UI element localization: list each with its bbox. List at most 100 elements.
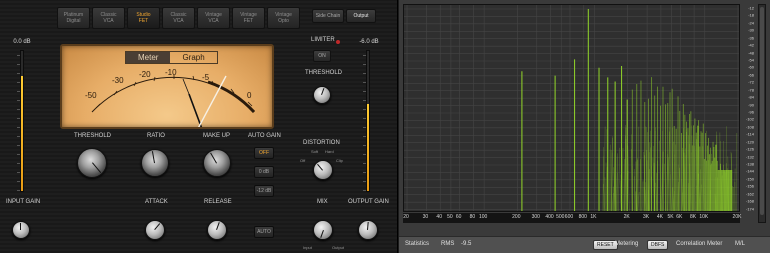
vu-label-minus20: -20 bbox=[139, 70, 151, 79]
level-tick-label: -66 bbox=[748, 72, 754, 78]
mode-vintage-fet[interactable]: Vintage FET bbox=[232, 7, 265, 29]
input-gain-knob[interactable] bbox=[12, 221, 30, 239]
level-axis: -12 -18 -24 -30 -36 -42 -48 -54 -60 -66 -72 -78 -84 -… bbox=[742, 4, 754, 212]
threshold-label: THRESHOLD bbox=[74, 133, 112, 139]
level-tick-label: -24 bbox=[748, 20, 754, 26]
release-knob[interactable] bbox=[207, 220, 227, 240]
side-chain-button[interactable]: Side Chain bbox=[312, 9, 344, 23]
freq-tick-label: 60 bbox=[455, 214, 462, 220]
mode-selector: Platinum Digital Classic VCA Studio FET … bbox=[57, 7, 300, 29]
level-scrollbar-thumb[interactable] bbox=[760, 7, 764, 215]
freq-tick-label: 600 bbox=[564, 214, 574, 220]
attack-label: ATTACK bbox=[145, 199, 168, 205]
freq-tick-label: 100 bbox=[478, 214, 488, 220]
distortion-hard: Hard bbox=[325, 149, 334, 154]
distortion-soft: Soft bbox=[311, 149, 319, 154]
level-tick-label: -78 bbox=[748, 87, 754, 93]
mode-platinum-digital[interactable]: Platinum Digital bbox=[57, 7, 90, 29]
level-tick-label: -72 bbox=[748, 79, 754, 85]
freq-tick-label: 5K bbox=[667, 214, 674, 220]
distortion-knob[interactable] bbox=[313, 160, 333, 180]
auto-gain-minus12-button[interactable]: -12 dB bbox=[254, 185, 274, 197]
vu-label-minus5: -5 bbox=[202, 73, 210, 82]
level-tick-label: -108 bbox=[745, 124, 754, 130]
freq-tick-label: 200 bbox=[512, 214, 521, 220]
level-tick-label: -174 bbox=[745, 206, 754, 212]
level-tick-label: -12 bbox=[748, 5, 754, 11]
level-tick-label: -90 bbox=[748, 102, 754, 108]
level-tick-label: -114 bbox=[746, 131, 754, 137]
level-tick-label: -60 bbox=[748, 64, 754, 70]
freq-tick-label: 50 bbox=[447, 214, 453, 220]
freq-tick-label: 6K bbox=[676, 214, 683, 220]
distortion-label: DISTORTION bbox=[303, 140, 340, 146]
level-tick-label: -156 bbox=[745, 183, 754, 189]
spectrum-plot[interactable] bbox=[403, 4, 740, 212]
limiter-on-button[interactable]: ON bbox=[313, 50, 331, 62]
make-up-label: MAKE UP bbox=[203, 133, 231, 139]
level-tick-label: -126 bbox=[745, 146, 754, 152]
mode-studio-fet[interactable]: Studio FET bbox=[127, 7, 160, 29]
output-button[interactable]: Output bbox=[346, 9, 376, 23]
make-up-knob[interactable] bbox=[203, 149, 231, 177]
reset-button[interactable]: RESET bbox=[593, 240, 618, 250]
ratio-knob[interactable] bbox=[141, 149, 169, 177]
level-tick-label: -84 bbox=[748, 94, 754, 100]
mode-vintage-opto[interactable]: Vintage Opto bbox=[267, 7, 300, 29]
output-level-meter bbox=[363, 50, 370, 192]
vu-label-minus30: -30 bbox=[112, 76, 124, 85]
distortion-clip: Clip bbox=[336, 158, 343, 163]
input-gain-label: INPUT GAIN bbox=[6, 199, 41, 205]
level-tick-label: -102 bbox=[745, 116, 754, 122]
level-tick-label: -120 bbox=[745, 139, 754, 145]
freq-tick-label: 3K bbox=[643, 214, 650, 220]
spectrum-analyzer: 20 30 40 50 60 80 100 200 300 400 500 600 800 1K 2K 3K 4… bbox=[399, 0, 770, 253]
level-scrollbar[interactable] bbox=[758, 4, 766, 223]
limiter-threshold-knob[interactable] bbox=[313, 86, 331, 104]
level-tick-label: -138 bbox=[745, 161, 754, 167]
level-tick-label: -42 bbox=[748, 42, 754, 48]
freq-tick-label: 4K bbox=[656, 214, 663, 220]
level-tick-label: -162 bbox=[745, 191, 754, 197]
metering-dropdown[interactable]: DBFS bbox=[647, 240, 669, 250]
level-tick-label: -168 bbox=[745, 198, 754, 204]
mix-knob[interactable] bbox=[313, 220, 333, 240]
limiter-led bbox=[336, 40, 340, 44]
output-gain-knob[interactable] bbox=[358, 220, 378, 240]
limiter-threshold-label: THRESHOLD bbox=[305, 70, 343, 76]
mix-input-end: Input bbox=[303, 245, 312, 250]
attack-knob[interactable] bbox=[145, 220, 165, 240]
level-tick-label: -54 bbox=[748, 57, 754, 63]
correlation-meter-label[interactable]: Correlation Meter bbox=[676, 241, 722, 247]
freq-tick-label: 80 bbox=[469, 214, 476, 220]
mode-classic-vca-2[interactable]: Classic VCA bbox=[162, 7, 195, 29]
statistics-label[interactable]: Statistics bbox=[405, 241, 429, 247]
metering-label: Metering bbox=[615, 241, 639, 247]
limiter-label: LIMITER bbox=[311, 37, 335, 43]
auto-gain-0db-button[interactable]: 0 dB bbox=[254, 166, 274, 178]
auto-gain-auto-button[interactable]: AUTO bbox=[254, 226, 274, 238]
correlation-mode: M/L bbox=[735, 241, 746, 247]
distortion-off: Off bbox=[300, 158, 306, 163]
spectrum-graph bbox=[404, 5, 739, 211]
level-tick-label: -36 bbox=[748, 35, 754, 41]
freq-tick-label: 8K bbox=[690, 214, 697, 220]
vu-scale bbox=[91, 75, 256, 127]
freq-tick-label: 800 bbox=[578, 214, 587, 220]
frequency-axis: 20 30 40 50 60 80 100 200 300 400 500 600 800 1K 2K 3K 4… bbox=[403, 213, 741, 223]
mix-label: MIX bbox=[317, 199, 328, 205]
auto-gain-label: AUTO GAIN bbox=[248, 133, 281, 139]
output-level-readout: -6.0 dB bbox=[359, 39, 379, 45]
level-tick-label: -48 bbox=[748, 50, 754, 56]
freq-tick-label: 2K bbox=[623, 214, 630, 220]
threshold-knob[interactable] bbox=[77, 148, 107, 178]
rms-label: RMS bbox=[441, 241, 455, 247]
freq-tick-label: 20 bbox=[403, 214, 409, 220]
level-tick-label: -132 bbox=[745, 154, 754, 160]
mode-classic-vca-1[interactable]: Classic VCA bbox=[92, 7, 125, 29]
input-level-meter bbox=[17, 50, 24, 192]
mode-vintage-vca[interactable]: Vintage VCA bbox=[197, 7, 230, 29]
auto-gain-off-button[interactable]: OFF bbox=[254, 147, 274, 159]
freq-tick-label: 40 bbox=[436, 214, 442, 220]
level-tick-label: -18 bbox=[748, 12, 754, 18]
